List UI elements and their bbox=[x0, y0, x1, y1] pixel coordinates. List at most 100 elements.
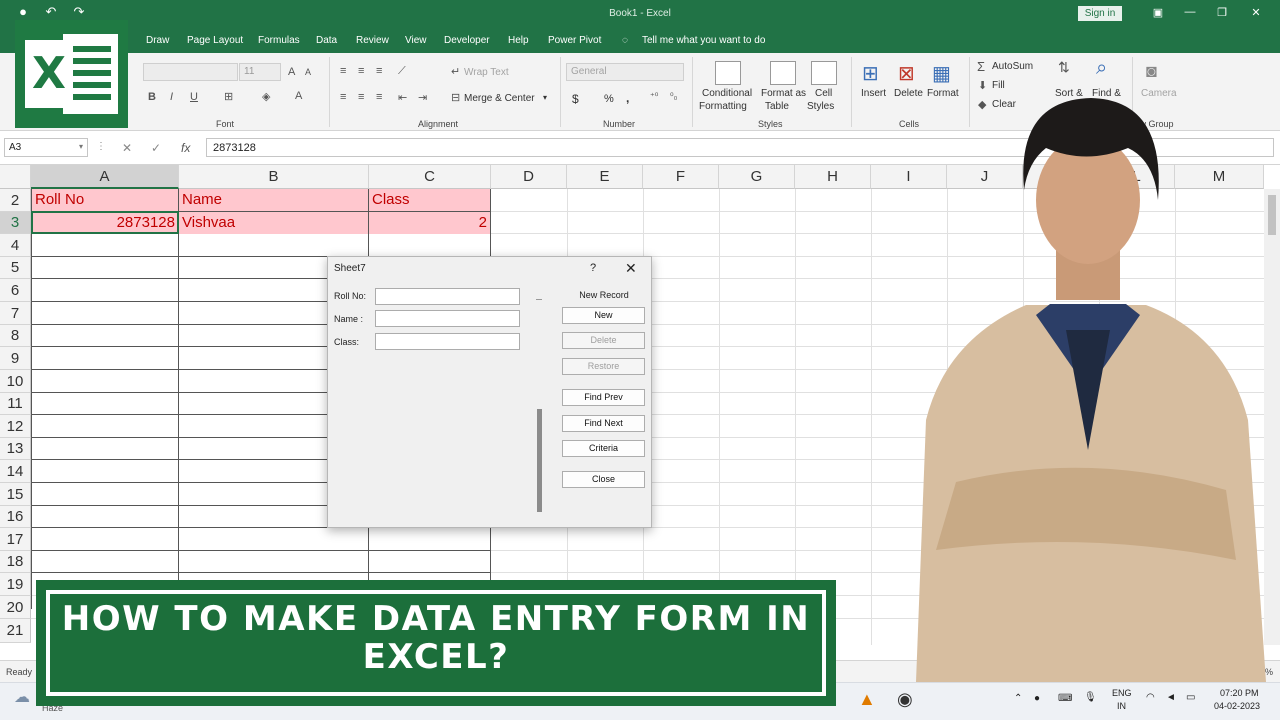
name-field[interactable] bbox=[375, 310, 520, 327]
grow-font-icon[interactable]: A bbox=[288, 66, 295, 78]
merge-center-button[interactable]: Merge & Center bbox=[464, 93, 535, 104]
tab-power-pivot[interactable]: Power Pivot bbox=[548, 35, 601, 46]
camera-icon[interactable]: ◙ bbox=[1146, 61, 1157, 82]
select-all-corner[interactable] bbox=[0, 165, 31, 189]
align-bottom-icon[interactable]: ≡ bbox=[376, 65, 382, 77]
close-button[interactable]: Close bbox=[562, 471, 645, 488]
orientation-icon[interactable]: ⟋ bbox=[398, 65, 406, 78]
sort-filter-icon[interactable]: ⇅ bbox=[1058, 59, 1070, 76]
record-scrollbar[interactable] bbox=[534, 299, 543, 512]
row-header-17[interactable]: 17 bbox=[0, 528, 31, 551]
font-size-select[interactable]: 11 bbox=[239, 63, 281, 81]
currency-button[interactable]: $ bbox=[572, 92, 579, 106]
language-region[interactable]: IN bbox=[1117, 701, 1126, 711]
autosum-icon[interactable]: Σ bbox=[977, 59, 985, 74]
bold-icon[interactable]: B bbox=[148, 91, 156, 103]
row-header-2[interactable]: 2 bbox=[0, 189, 31, 212]
clock-date[interactable]: 04-02-2023 bbox=[1214, 701, 1260, 711]
cell-a2-header[interactable]: Roll No bbox=[32, 189, 178, 211]
borders-icon[interactable]: ⊞ bbox=[224, 90, 233, 103]
tab-view[interactable]: View bbox=[405, 35, 427, 46]
keyboard-icon[interactable]: ⌨ bbox=[1058, 693, 1072, 704]
weather-icon[interactable]: ☁ bbox=[14, 687, 30, 707]
microphone-icon[interactable]: 🎙 bbox=[1084, 692, 1097, 703]
decrease-indent-icon[interactable]: ⇤ bbox=[398, 91, 407, 104]
restore-button[interactable]: Restore bbox=[562, 358, 645, 375]
chevron-up-icon[interactable]: ⌃ bbox=[1014, 693, 1022, 704]
column-header-a[interactable]: A bbox=[31, 165, 179, 189]
row-header-18[interactable]: 18 bbox=[0, 551, 31, 573]
wifi-icon[interactable]: ◠ bbox=[1146, 692, 1155, 703]
row-header-9[interactable]: 9 bbox=[0, 347, 31, 370]
conditional-formatting-icon[interactable] bbox=[715, 61, 741, 85]
row-header-4[interactable]: 4 bbox=[0, 234, 31, 257]
cell-b3-name[interactable]: Vishvaa bbox=[179, 212, 368, 234]
cancel-entry-icon[interactable]: ✕ bbox=[122, 141, 132, 155]
confirm-entry-icon[interactable]: ✓ bbox=[151, 141, 161, 155]
help-icon[interactable]: ? bbox=[590, 262, 596, 274]
ribbon-display-options-icon[interactable]: ▣ bbox=[1148, 6, 1168, 19]
vlc-icon[interactable]: ▲ bbox=[858, 689, 876, 710]
row-header-5[interactable]: 5 bbox=[0, 257, 31, 279]
number-format-select[interactable]: General bbox=[566, 63, 684, 81]
font-color-icon[interactable]: A bbox=[295, 90, 302, 102]
name-box[interactable]: A3 ▾ bbox=[4, 138, 88, 157]
wrap-text-button[interactable]: Wrap Text bbox=[464, 67, 509, 78]
increase-indent-icon[interactable]: ⇥ bbox=[418, 91, 427, 104]
row-header-3[interactable]: 3 bbox=[0, 212, 31, 234]
battery-icon[interactable]: ▭ bbox=[1186, 692, 1195, 703]
record-scroll-thumb[interactable] bbox=[537, 409, 542, 512]
class-field[interactable] bbox=[375, 333, 520, 350]
align-top-icon[interactable]: ≡ bbox=[340, 65, 346, 77]
row-header-19[interactable]: 19 bbox=[0, 573, 31, 596]
column-header-g[interactable]: G bbox=[719, 165, 795, 189]
format-as-table-icon[interactable] bbox=[770, 61, 796, 85]
dialog-close-icon[interactable]: ✕ bbox=[625, 260, 637, 277]
autosum-button[interactable]: AutoSum bbox=[992, 61, 1033, 72]
underline-icon[interactable]: U bbox=[190, 91, 198, 103]
row-header-7[interactable]: 7 bbox=[0, 302, 31, 325]
chevron-down-icon[interactable]: ▾ bbox=[79, 142, 83, 151]
cell-styles-icon[interactable] bbox=[811, 61, 837, 85]
column-header-d[interactable]: D bbox=[491, 165, 567, 189]
format-cells-icon[interactable]: ▦ bbox=[932, 61, 951, 86]
app-icon[interactable]: ◉ bbox=[897, 689, 913, 710]
delete-button[interactable]: Delete bbox=[562, 332, 645, 349]
tab-review[interactable]: Review bbox=[356, 35, 389, 46]
tab-draw[interactable]: Draw bbox=[146, 35, 169, 46]
language-eng[interactable]: ENG bbox=[1112, 688, 1132, 698]
column-header-b[interactable]: B bbox=[179, 165, 369, 189]
align-right-icon[interactable]: ≡ bbox=[376, 91, 382, 103]
align-left-icon[interactable]: ≡ bbox=[340, 91, 346, 103]
criteria-button[interactable]: Criteria bbox=[562, 440, 645, 457]
column-header-c[interactable]: C bbox=[369, 165, 491, 189]
delete-cells-icon[interactable]: ⊠ bbox=[898, 61, 915, 86]
cell-c2-header[interactable]: Class bbox=[369, 189, 490, 211]
shrink-font-icon[interactable]: A bbox=[305, 67, 311, 77]
insert-function-icon[interactable]: fx bbox=[181, 141, 190, 155]
row-header-12[interactable]: 12 bbox=[0, 415, 31, 438]
row-header-10[interactable]: 10 bbox=[0, 370, 31, 393]
column-header-h[interactable]: H bbox=[795, 165, 871, 189]
tab-data[interactable]: Data bbox=[316, 35, 337, 46]
find-next-button[interactable]: Find Next bbox=[562, 415, 645, 432]
conditional-formatting-label-1[interactable]: Conditional bbox=[702, 88, 752, 99]
merge-center-icon[interactable]: ⊟ bbox=[451, 91, 460, 104]
column-header-e[interactable]: E bbox=[567, 165, 643, 189]
merge-dropdown-icon[interactable]: ▾ bbox=[543, 93, 547, 102]
clock-time[interactable]: 07:20 PM bbox=[1220, 688, 1259, 698]
wrap-text-icon[interactable]: ↵ bbox=[451, 65, 460, 78]
cell-b2-header[interactable]: Name bbox=[179, 189, 368, 211]
roll-no-field[interactable] bbox=[375, 288, 520, 305]
conditional-formatting-label-2[interactable]: Formatting bbox=[699, 101, 747, 112]
row-header-14[interactable]: 14 bbox=[0, 460, 31, 483]
antivirus-icon[interactable]: ● bbox=[1034, 693, 1040, 704]
row-header-13[interactable]: 13 bbox=[0, 438, 31, 460]
volume-icon[interactable]: ◄ bbox=[1166, 692, 1176, 703]
sign-in-button[interactable]: Sign in bbox=[1078, 6, 1122, 21]
row-header-11[interactable]: 11 bbox=[0, 393, 31, 415]
row-header-15[interactable]: 15 bbox=[0, 483, 31, 506]
cell-styles-label-2[interactable]: Styles bbox=[807, 101, 834, 112]
cell-styles-label-1[interactable]: Cell bbox=[815, 88, 832, 99]
percent-button[interactable]: % bbox=[604, 93, 614, 105]
